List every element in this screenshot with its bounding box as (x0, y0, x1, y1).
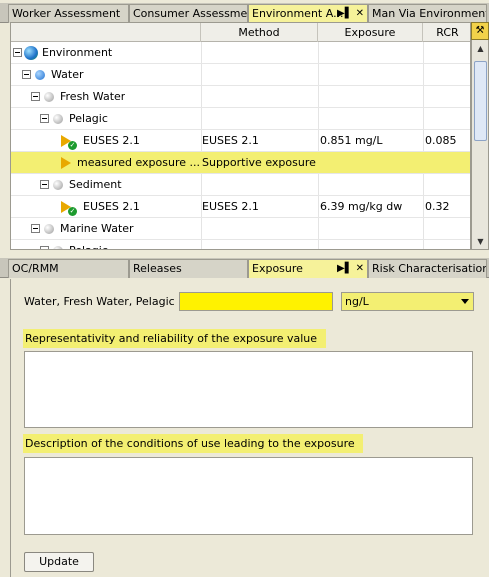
method-value: Supportive exposure (202, 156, 316, 169)
exposure-value: 6.39 mg/kg dw (320, 200, 403, 213)
grey-ball-icon (44, 224, 54, 234)
tree-row-sediment[interactable]: Sediment (11, 174, 470, 196)
collapse-toggle-icon[interactable] (40, 180, 49, 189)
update-button[interactable]: Update (24, 552, 94, 572)
grey-ball-icon (53, 180, 63, 190)
top-tab-bar: Worker Assessment Consumer Assessment En… (0, 3, 489, 23)
tree-row-marine-water[interactable]: Marine Water (11, 218, 470, 240)
tree-vertical-scrollbar[interactable]: ▲ ▼ (471, 22, 489, 250)
tab-consumer-assessment[interactable]: Consumer Assessment (129, 4, 248, 23)
grey-ball-icon (53, 246, 63, 249)
close-icon[interactable]: ✕ (356, 263, 364, 274)
tab-risk-characterisation[interactable]: Risk Characterisation (368, 259, 487, 278)
tree-header: Method Exposure RCR (11, 23, 470, 42)
pin-icon[interactable]: ▶▌ (337, 8, 352, 19)
tab-oc-rmm[interactable]: OC/RMM (8, 259, 129, 278)
tree-row-label: Marine Water (60, 222, 134, 235)
blue-ball-icon (35, 70, 45, 80)
tab-worker-assessment[interactable]: Worker Assessment (8, 4, 129, 23)
location-label: Water, Fresh Water, Pelagic (24, 295, 175, 308)
unit-selected: ng/L (345, 295, 369, 308)
unit-select[interactable]: ng/L (341, 292, 474, 311)
tree-row-euses-pelagic[interactable]: ✓ EUSES 2.1 EUSES 2.1 0.851 mg/L 0.085 (11, 130, 470, 152)
scroll-up-icon[interactable]: ▲ (473, 41, 488, 56)
collapse-toggle-icon[interactable] (31, 224, 40, 233)
tree-row-environment[interactable]: Environment (11, 42, 470, 64)
tree-row-label: Pelagic (69, 240, 108, 249)
close-icon[interactable]: ✕ (356, 8, 364, 19)
tab-environment-assessment[interactable]: Environment A... ▶▌ ✕ (248, 4, 368, 23)
environment-globe-icon (24, 46, 38, 60)
collapse-toggle-icon[interactable] (31, 92, 40, 101)
representativity-label: Representativity and reliability of the … (23, 329, 326, 348)
tab-exposure[interactable]: Exposure ▶▌ ✕ (248, 259, 368, 278)
tree-row-label: Sediment (69, 178, 122, 191)
tree-row-label: Environment (42, 46, 113, 59)
chevron-down-icon (461, 299, 469, 304)
column-tree[interactable] (11, 23, 201, 42)
rcr-value: 0.085 (425, 134, 457, 147)
tree-row-pelagic[interactable]: Pelagic (11, 108, 470, 130)
column-rcr[interactable]: RCR (423, 23, 470, 42)
tree-row-label: Pelagic (69, 112, 108, 125)
collapse-toggle-icon[interactable] (40, 114, 49, 123)
collapse-toggle-icon[interactable] (40, 246, 49, 249)
ok-check-icon: ✓ (68, 141, 77, 150)
representativity-textarea[interactable] (24, 351, 473, 428)
tree-row-label: measured exposure ... (77, 156, 200, 169)
tree-row-water[interactable]: Water (11, 64, 470, 86)
exposure-tree-table[interactable]: Method Exposure RCR Environment Water Fr… (10, 22, 471, 250)
method-value: EUSES 2.1 (202, 200, 259, 213)
corner-settings-icon[interactable]: ⚒ (471, 22, 489, 40)
description-textarea[interactable] (24, 457, 473, 535)
scroll-down-icon[interactable]: ▼ (473, 234, 488, 249)
pin-icon[interactable]: ▶▌ (337, 263, 352, 274)
bottom-tab-bar: OC/RMM Releases Exposure ▶▌ ✕ Risk Chara… (0, 258, 489, 278)
exposure-form-panel: Water, Fresh Water, Pelagic ng/L Represe… (10, 279, 486, 577)
tree-row-measured-exposure[interactable]: measured exposure ... Supportive exposur… (11, 152, 470, 174)
grey-ball-icon (44, 92, 54, 102)
scenario-play-icon (61, 157, 71, 169)
column-exposure[interactable]: Exposure (318, 23, 423, 42)
tree-row-euses-sediment[interactable]: ✓ EUSES 2.1 EUSES 2.1 6.39 mg/kg dw 0.32 (11, 196, 470, 218)
method-value: EUSES 2.1 (202, 134, 259, 147)
tree-row-label: Water (51, 68, 84, 81)
tab-man-via-environment[interactable]: Man Via Environment... (368, 4, 487, 23)
collapse-toggle-icon[interactable] (22, 70, 31, 79)
tree-row-label: EUSES 2.1 (83, 200, 140, 213)
description-label: Description of the conditions of use lea… (23, 434, 363, 453)
rcr-value: 0.32 (425, 200, 450, 213)
tab-releases[interactable]: Releases (129, 259, 248, 278)
grey-ball-icon (53, 114, 63, 124)
exposure-value-input[interactable] (179, 292, 333, 311)
collapse-toggle-icon[interactable] (13, 48, 22, 57)
tree-row-fresh-water[interactable]: Fresh Water (11, 86, 470, 108)
exposure-value: 0.851 mg/L (320, 134, 383, 147)
tree-row-label: Fresh Water (60, 90, 126, 103)
tree-row-label: EUSES 2.1 (83, 134, 140, 147)
column-method[interactable]: Method (201, 23, 318, 42)
scroll-thumb[interactable] (474, 61, 487, 141)
ok-check-icon: ✓ (68, 207, 77, 216)
tree-row-marine-pelagic[interactable]: Pelagic (11, 240, 470, 249)
